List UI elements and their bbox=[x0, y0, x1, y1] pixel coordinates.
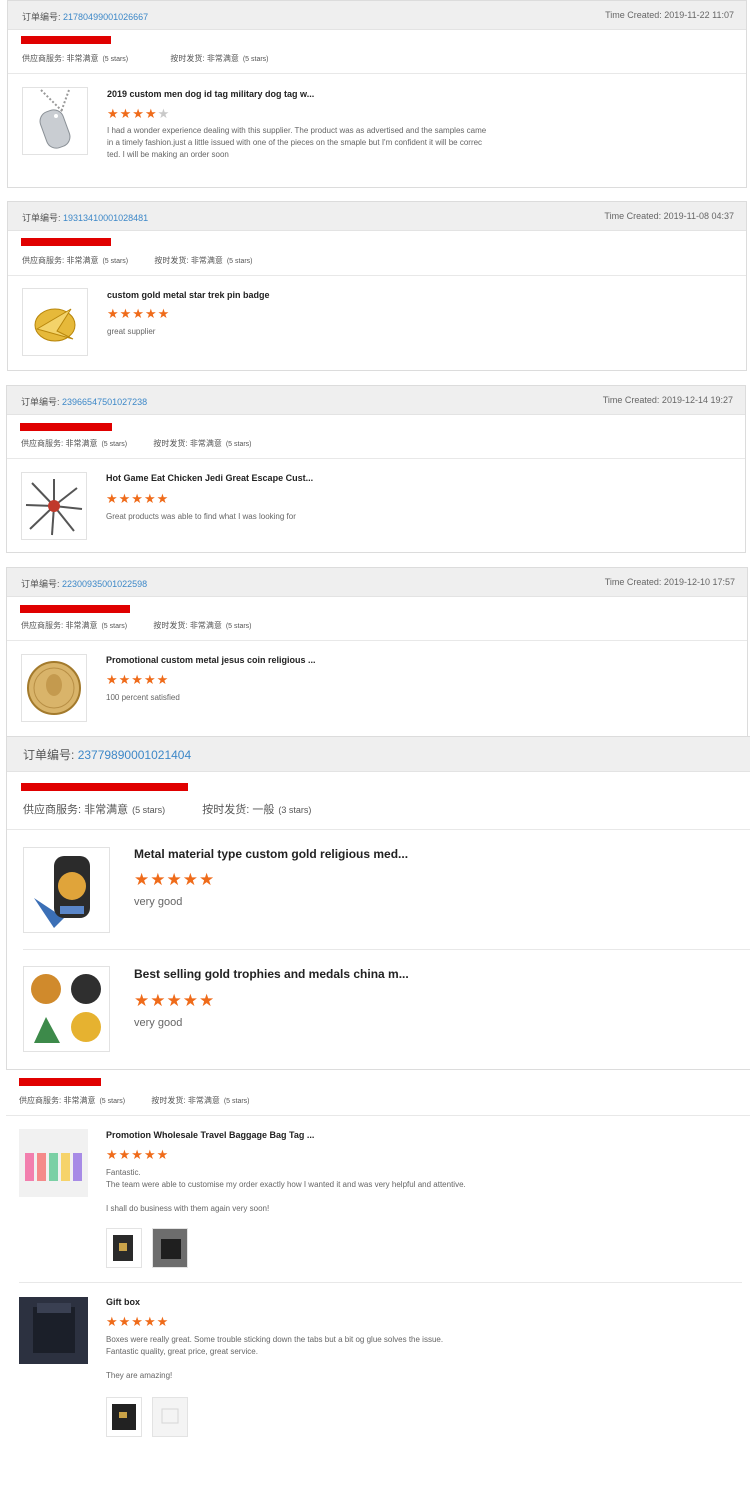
review-text: very good bbox=[134, 896, 183, 908]
product-thumbnail[interactable] bbox=[19, 1297, 88, 1364]
product-title[interactable]: custom gold metal star trek pin badge bbox=[107, 290, 270, 300]
order-card: 订单编号: 23779890001021404 供应商服务: 非常满意 (5 st… bbox=[6, 736, 750, 1070]
supplier-ratings: 供应商服务: 非常满意 (5 stars) 按时发货: 非常满意 (5 stars) bbox=[21, 439, 252, 448]
photo-icon bbox=[113, 1235, 133, 1261]
star-rating: ★★★★★ bbox=[106, 491, 170, 506]
order-number-link[interactable]: 23966547501027238 bbox=[62, 397, 147, 407]
review-text: very good bbox=[134, 1017, 183, 1029]
order-number-link[interactable]: 22300935001022598 bbox=[62, 579, 147, 589]
product-title[interactable]: Hot Game Eat Chicken Jedi Great Escape C… bbox=[106, 473, 313, 483]
review-text: great supplier bbox=[107, 327, 156, 336]
order-card: 订单编号: 22300935001022598 Time Created: 20… bbox=[6, 567, 748, 737]
redacted-name bbox=[21, 783, 188, 791]
medal-icon bbox=[34, 856, 90, 928]
review-photo[interactable] bbox=[152, 1228, 188, 1268]
review-text: Great products was able to find what I w… bbox=[106, 512, 296, 521]
order-header: 订单编号: 19313410001028481 Time Created: 20… bbox=[8, 202, 746, 231]
supplier-ratings: 供应商服务: 非常满意 (5 stars) 按时发货: 一般 (3 stars) bbox=[23, 804, 312, 816]
star-rating: ★★★★★ bbox=[106, 672, 170, 687]
redacted-name bbox=[21, 238, 111, 246]
supplier-ratings: 供应商服务: 非常满意 (5 stars) 按时发货: 非常满意 (5 stars) bbox=[21, 621, 252, 630]
order-header: 订单编号: 23779890001021404 bbox=[7, 737, 750, 772]
supplier-ratings: 供应商服务: 非常满意 (5 stars) 按时发货: 非常满意 (5 stars) bbox=[19, 1096, 250, 1105]
star-rating: ★★★★★ bbox=[106, 1147, 170, 1162]
keychain-set-icon bbox=[25, 479, 83, 536]
product-thumbnail[interactable] bbox=[21, 654, 87, 722]
luggage-tags-icon bbox=[25, 1153, 82, 1181]
review-text: Boxes were really great. Some trouble st… bbox=[106, 1335, 444, 1380]
review-photo[interactable] bbox=[152, 1397, 188, 1437]
time-created: Time Created: 2019-11-22 11:07 bbox=[605, 10, 734, 20]
product-thumbnail[interactable] bbox=[23, 847, 110, 933]
order-number-link[interactable]: 23779890001021404 bbox=[78, 748, 191, 762]
star-rating: ★★★★★ bbox=[107, 106, 171, 121]
product-title[interactable]: 2019 custom men dog id tag military dog … bbox=[107, 89, 314, 99]
redacted-name bbox=[20, 423, 112, 431]
medals-set-icon bbox=[31, 974, 101, 1043]
product-title[interactable]: Metal material type custom gold religiou… bbox=[134, 847, 408, 861]
time-created: Time Created: 2019-11-08 04:37 bbox=[604, 211, 734, 221]
gift-box-icon bbox=[33, 1303, 75, 1353]
order-number-label: 订单编号: 21780499001026667 bbox=[22, 12, 149, 22]
dog-tag-icon bbox=[39, 89, 71, 149]
product-thumbnail[interactable] bbox=[21, 472, 87, 540]
product-thumbnail[interactable] bbox=[22, 87, 88, 155]
order-header: 订单编号: 21780499001026667 Time Created: 20… bbox=[8, 1, 746, 30]
order-number-link[interactable]: 19313410001028481 bbox=[63, 213, 148, 223]
order-header: 订单编号: 22300935001022598 Time Created: 20… bbox=[7, 568, 747, 597]
product-title[interactable]: Promotion Wholesale Travel Baggage Bag T… bbox=[106, 1130, 314, 1140]
photo-icon bbox=[112, 1404, 136, 1430]
star-rating: ★★★★★ bbox=[107, 306, 171, 321]
supplier-ratings: 供应商服务: 非常满意 (5 stars) 按时发货: 非常满意 (5 stars) bbox=[22, 54, 269, 63]
star-rating: ★★★★★ bbox=[106, 1314, 170, 1329]
review-text: I had a wonder experience dealing with t… bbox=[107, 126, 487, 159]
product-title[interactable]: Promotional custom metal jesus coin reli… bbox=[106, 655, 316, 665]
redacted-name bbox=[19, 1078, 101, 1086]
review-text: 100 percent satisfied bbox=[106, 693, 180, 702]
product-thumbnail[interactable] bbox=[23, 966, 110, 1052]
product-title[interactable]: Best selling gold trophies and medals ch… bbox=[134, 967, 409, 981]
order-card: 订单编号: 21780499001026667 Time Created: 20… bbox=[7, 0, 747, 188]
order-header: 订单编号: 23966547501027238 Time Created: 20… bbox=[7, 386, 745, 415]
redacted-name bbox=[20, 605, 130, 613]
product-thumbnail[interactable] bbox=[19, 1129, 88, 1197]
time-created: Time Created: 2019-12-14 19:27 bbox=[602, 395, 733, 405]
star-rating: ★★★★★ bbox=[134, 991, 216, 1010]
time-created: Time Created: 2019-12-10 17:57 bbox=[604, 577, 735, 587]
order-card: 供应商服务: 非常满意 (5 stars) 按时发货: 非常满意 (5 stars)… bbox=[6, 1071, 750, 1491]
product-thumbnail[interactable] bbox=[22, 288, 88, 356]
photo-icon bbox=[153, 1229, 187, 1267]
review-photo[interactable] bbox=[106, 1228, 142, 1268]
gold-coin-icon bbox=[27, 661, 81, 715]
gold-badge-icon bbox=[34, 308, 76, 342]
star-rating: ★★★★★ bbox=[134, 870, 216, 889]
order-number-link[interactable]: 21780499001026667 bbox=[63, 12, 148, 22]
supplier-ratings: 供应商服务: 非常满意 (5 stars) 按时发货: 非常满意 (5 stars) bbox=[22, 256, 253, 265]
order-card: 订单编号: 23966547501027238 Time Created: 20… bbox=[6, 385, 746, 553]
redacted-name bbox=[21, 36, 111, 44]
photo-placeholder-icon bbox=[161, 1408, 179, 1424]
product-title[interactable]: Gift box bbox=[106, 1297, 140, 1307]
review-text: Fantastic. The team were able to customi… bbox=[106, 1168, 466, 1213]
review-photo[interactable] bbox=[106, 1397, 142, 1437]
order-card: 订单编号: 19313410001028481 Time Created: 20… bbox=[7, 201, 747, 371]
